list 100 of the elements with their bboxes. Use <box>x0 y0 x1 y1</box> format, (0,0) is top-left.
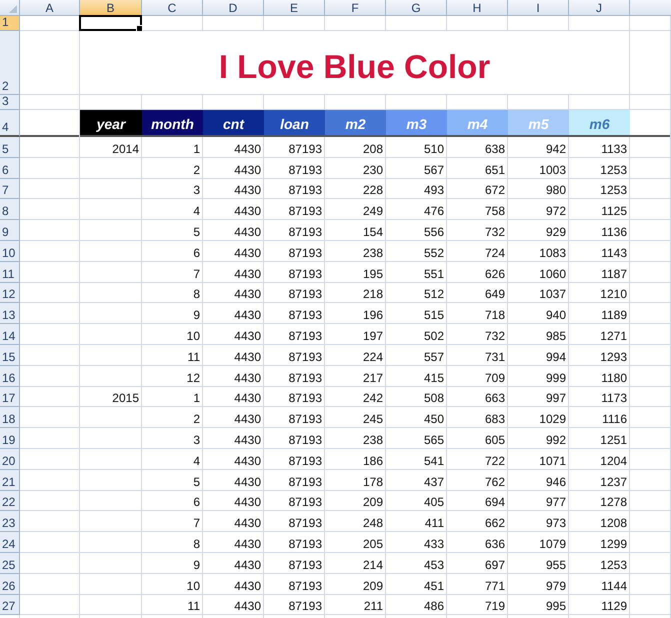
row-header[interactable]: 5 <box>0 137 20 158</box>
row-header[interactable]: 1 <box>0 16 20 31</box>
table-cell-text: 87193 <box>288 286 323 304</box>
table-cell-text: 2 <box>192 162 201 179</box>
column-header[interactable]: J <box>569 0 630 16</box>
row-header[interactable]: 22 <box>0 490 20 512</box>
row-header[interactable]: 27 <box>0 594 20 616</box>
table-cell-text: 3 <box>192 182 201 200</box>
table-cell-text: 87193 <box>288 266 323 283</box>
select-all-icon[interactable] <box>9 5 17 13</box>
table-cell-text: 4430 <box>233 390 262 408</box>
table-cell-text: 4430 <box>233 432 262 449</box>
table-cell-text: 4430 <box>233 578 262 595</box>
column-header[interactable]: F <box>325 0 386 16</box>
table-cell-text: 4430 <box>233 494 262 512</box>
table-cell-text: 476 <box>422 203 445 220</box>
table-cell-text: 4 <box>192 452 201 470</box>
table-cell-text: 4430 <box>233 536 262 553</box>
row-header[interactable]: 18 <box>0 407 20 428</box>
table-cell-text: 87193 <box>288 452 323 470</box>
row-header[interactable]: 19 <box>0 428 20 449</box>
row-header[interactable]: 8 <box>0 199 20 220</box>
table-cell-text: 1253 <box>599 162 628 179</box>
table-cell-text: 1204 <box>599 452 628 470</box>
table-cell-text: 4430 <box>233 515 262 532</box>
table-cell-text: 4430 <box>233 370 262 387</box>
table-cell-text: 4430 <box>233 266 262 283</box>
row-header[interactable]: 23 <box>0 511 20 532</box>
table-cell-text: 4430 <box>233 348 262 366</box>
row-header[interactable]: 10 <box>0 240 20 262</box>
column-header[interactable]: I <box>508 0 569 16</box>
table-cell-text: 1237 <box>599 474 628 491</box>
row-header[interactable]: 26 <box>0 574 20 595</box>
column-header[interactable]: B <box>80 0 142 16</box>
column-header[interactable] <box>630 0 671 16</box>
row-header[interactable]: 25 <box>0 552 20 574</box>
column-header[interactable]: G <box>386 0 447 16</box>
row-header[interactable]: 11 <box>0 262 20 283</box>
table-cell-text: 995 <box>544 598 567 616</box>
table-cell-text: 197 <box>362 328 384 345</box>
select-all-button[interactable] <box>0 0 20 16</box>
table-cell-text: 4430 <box>233 182 262 200</box>
row-header[interactable]: 2 <box>0 31 20 95</box>
row-header[interactable]: 13 <box>0 303 20 324</box>
column-header[interactable]: E <box>264 0 325 16</box>
table-cell-text: 451 <box>422 578 445 595</box>
row-header[interactable]: 20 <box>0 448 20 470</box>
table-cell-text: 1 <box>192 390 201 408</box>
row-header[interactable]: 15 <box>0 344 20 366</box>
table-cell-text: 694 <box>484 494 506 512</box>
column-header[interactable]: D <box>203 0 264 16</box>
table-cell-text: 242 <box>362 390 384 408</box>
table-cell-text: 87193 <box>288 578 323 595</box>
row-header[interactable]: 12 <box>0 282 20 304</box>
table-cell-text: 4430 <box>233 474 262 491</box>
table-cell-text: 249 <box>362 203 384 220</box>
table-cell-text: 4430 <box>233 162 262 179</box>
row-header[interactable]: 21 <box>0 470 20 491</box>
table-cell-text: 209 <box>362 494 384 512</box>
fill-handle[interactable] <box>136 25 143 32</box>
table-cell-text: 942 <box>544 140 567 158</box>
table-cell-text: 1299 <box>599 536 628 553</box>
row-header[interactable]: 24 <box>0 532 20 553</box>
row-header[interactable]: 17 <box>0 386 20 408</box>
table-cell-text: 4430 <box>233 244 262 262</box>
table-cell-text: 672 <box>484 182 506 200</box>
table-cell-text: 1125 <box>600 203 628 220</box>
table-cell-text: 557 <box>422 348 445 366</box>
table-cell-text: 4430 <box>233 556 262 574</box>
table-cell-text: 994 <box>544 348 567 366</box>
table-cell-text: 2015 <box>111 390 140 408</box>
column-header[interactable]: C <box>142 0 203 16</box>
table-cell-text: 87193 <box>288 515 323 532</box>
table-cell-text: 195 <box>362 266 384 283</box>
table-cell-text: 1208 <box>599 515 628 532</box>
table-cell-text: 178 <box>362 474 384 491</box>
row-header[interactable]: 16 <box>0 366 20 387</box>
header-cell: loan <box>264 110 325 137</box>
column-header[interactable]: H <box>447 0 508 16</box>
table-cell-text: 697 <box>484 556 506 574</box>
table-cell-text: 552 <box>422 244 445 262</box>
row-header[interactable]: 6 <box>0 158 20 179</box>
row-header[interactable]: 4 <box>0 110 20 137</box>
row-header[interactable]: 7 <box>0 178 20 200</box>
header-cell: m6 <box>569 110 630 137</box>
table-cell-text: 87193 <box>288 370 323 387</box>
table-cell-text: 4430 <box>233 452 262 470</box>
table-cell-text: 762 <box>484 474 506 491</box>
row-header[interactable]: 3 <box>0 95 20 110</box>
column-header[interactable]: A <box>20 0 80 16</box>
table-cell-text: 718 <box>484 307 506 324</box>
table-cell-text: 4430 <box>233 224 262 241</box>
table-cell-text: 5 <box>192 224 201 241</box>
table-cell-text: 450 <box>422 411 445 428</box>
table-cell-text: 567 <box>422 162 445 179</box>
row-header[interactable]: 14 <box>0 324 20 345</box>
table-cell-text: 87193 <box>288 203 323 220</box>
table-cell-text: 979 <box>544 578 567 595</box>
active-cell[interactable] <box>79 15 142 31</box>
row-header[interactable]: 9 <box>0 220 20 241</box>
